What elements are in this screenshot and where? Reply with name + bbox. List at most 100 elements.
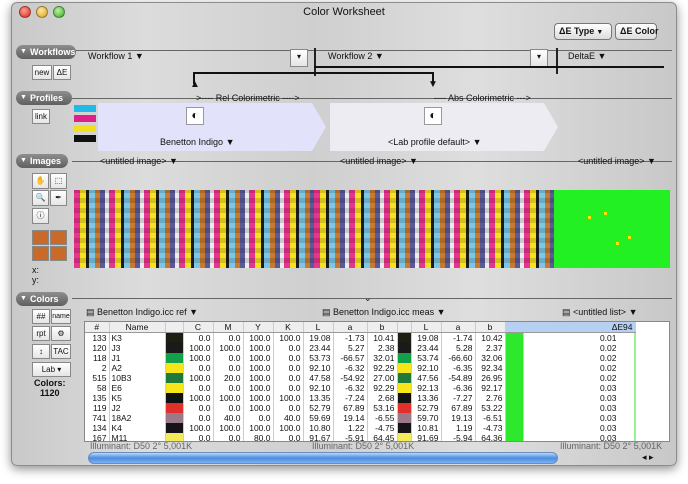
link-button[interactable]: link — [32, 109, 50, 124]
marquee-tool-icon[interactable]: ⬚ — [50, 173, 67, 189]
table-cell: 100.0 — [243, 403, 274, 413]
hand-tool-icon[interactable]: ✋ — [32, 173, 49, 189]
column-header[interactable]: a — [333, 322, 368, 333]
column-header[interactable]: L — [411, 322, 442, 333]
table-cell: -7.27 — [441, 393, 476, 403]
table-row[interactable]: 741 18A2 0.0 40.0 0.0 40.0 59.69 19.14 -6.55 59.7… — [85, 413, 636, 423]
table-row[interactable]: 515 10B3 100.0 20.0 100.0 0.0 47.58 -54.92 27.00… — [85, 373, 636, 383]
table-cell: 0.01 — [505, 332, 636, 343]
column-header[interactable]: C — [183, 322, 214, 333]
image-thumb-icon[interactable] — [32, 230, 49, 245]
chevron-down-icon: ▼ — [596, 29, 604, 36]
table-row[interactable]: 134 K4 100.0 100.0 100.0 100.0 10.80 1.22 -4.75 1… — [85, 423, 636, 433]
workflow1-popup[interactable]: ▾ — [290, 49, 308, 67]
abs-colorimetric-menu[interactable]: ---- Abs Colorimetric ---> — [434, 93, 531, 103]
new-button[interactable]: new — [32, 65, 52, 80]
disclosure-icon: ▼ — [20, 48, 27, 55]
color-table[interactable]: # Name C M Y K La b La b ΔE94 133 K3 0.0 0.0 100.0 100.… — [84, 321, 670, 442]
workflow1-menu[interactable]: Workflow 1 ▼ — [88, 51, 144, 61]
table-row[interactable]: 119 J2 0.0 0.0 100.0 0.0 52.79 67.89 53.16 52.79 6… — [85, 403, 636, 413]
close-button[interactable] — [19, 6, 31, 18]
column-header[interactable]: b — [475, 322, 506, 333]
profiles-header[interactable]: ▼ Profiles — [16, 91, 72, 105]
color-swatch — [397, 413, 412, 423]
table-cell: 0.0 — [213, 332, 244, 343]
column-header[interactable]: a — [441, 322, 476, 333]
colors-count-label: Colors: — [34, 378, 66, 388]
profile-1-menu[interactable]: Benetton Indigo ▼ — [160, 137, 234, 147]
deltae-menu[interactable]: DeltaE ▼ — [568, 51, 606, 61]
gear-icon[interactable]: ⚙ — [51, 326, 71, 341]
column-header[interactable]: ΔE94 — [505, 322, 636, 333]
column-header[interactable] — [165, 322, 184, 333]
column-header[interactable]: Name — [109, 322, 166, 333]
column-header[interactable]: K — [273, 322, 304, 333]
table-cell: 5.28 — [441, 343, 476, 353]
image-1-menu[interactable]: <untitled image> ▼ — [100, 156, 178, 166]
profile-1[interactable]: ◐ Benetton Indigo ▼ — [98, 103, 326, 151]
image-1-view[interactable] — [74, 190, 314, 268]
index-button[interactable]: ## — [32, 309, 50, 324]
window-title: Color Worksheet — [303, 6, 385, 18]
table-row[interactable]: 120 J3 100.0 100.0 100.0 0.0 23.44 5.27 2.38 23.4… — [85, 343, 636, 353]
zoom-tool-icon[interactable]: 🔍 — [32, 190, 49, 206]
x-readout: x: — [32, 265, 40, 275]
minimize-button[interactable] — [36, 6, 48, 18]
column-header[interactable]: Y — [243, 322, 274, 333]
list-3-menu[interactable]: ▤ <untitled list> ▼ — [562, 307, 637, 318]
profile-2[interactable]: ◐ <Lab profile default> ▼ — [330, 103, 558, 151]
de-color-button[interactable]: ΔE Color — [615, 23, 658, 40]
rel-colorimetric-menu[interactable]: >---- Rel Colorimetric ----> — [196, 93, 300, 103]
table-cell: -1.74 — [441, 332, 476, 343]
list-2-menu[interactable]: ▤ Benetton Indigo.icc meas ▼ — [322, 307, 446, 318]
table-cell: 0.0 — [273, 363, 304, 373]
de-type-button[interactable]: ΔE Type ▼ — [554, 23, 612, 40]
table-cell: 1.22 — [333, 423, 368, 433]
workflow2-menu[interactable]: Workflow 2 ▼ — [328, 51, 384, 61]
color-swatch — [165, 423, 184, 433]
deltae-label: DeltaE — [568, 51, 596, 61]
column-header[interactable]: b — [367, 322, 398, 333]
splitter-handle[interactable]: ⌄ — [364, 293, 372, 304]
column-header[interactable]: M — [213, 322, 244, 333]
image-2-view[interactable] — [314, 190, 554, 268]
table-cell: 0.0 — [213, 353, 244, 363]
tac-button[interactable]: TAC — [51, 344, 71, 359]
color-swatch — [397, 373, 412, 383]
table-row[interactable]: 118 J1 100.0 0.0 100.0 0.0 53.73 -66.57 32.01 53.… — [85, 353, 636, 363]
scroll-arrows-icon[interactable]: ◂ ▸ — [642, 452, 654, 463]
workflows-header[interactable]: ▼ Workflows — [16, 45, 76, 59]
image-1-label: <untitled image> — [100, 156, 167, 166]
delta-button[interactable]: ΔE — [53, 65, 71, 80]
zoom-button[interactable] — [53, 6, 65, 18]
workflow2-popup[interactable]: ▾ — [530, 49, 548, 67]
eyedropper-tool-icon[interactable]: ✒ — [50, 190, 67, 206]
table-cell: 10.41 — [367, 332, 398, 343]
column-header[interactable]: L — [303, 322, 334, 333]
table-row[interactable]: 135 K5 100.0 100.0 100.0 100.0 13.35 -7.24 2.68 1… — [85, 393, 636, 403]
rpt-button[interactable]: rpt — [32, 326, 50, 341]
image-2-menu[interactable]: <untitled image> ▼ — [340, 156, 418, 166]
image-thumb-icon[interactable] — [50, 230, 67, 245]
profile-2-menu[interactable]: <Lab profile default> ▼ — [388, 137, 482, 147]
info-icon[interactable]: ⓘ — [32, 208, 49, 224]
workflow2-label: Workflow 2 — [328, 51, 373, 61]
lab-select[interactable]: Lab ▾ — [32, 362, 71, 377]
column-header[interactable] — [397, 322, 412, 333]
table-row[interactable]: 133 K3 0.0 0.0 100.0 100.0 19.08 -1.73 10.41 19.0… — [85, 332, 636, 343]
table-cell: 119 — [85, 403, 110, 413]
list-1-menu[interactable]: ▤ Benetton Indigo.icc ref ▼ — [86, 307, 198, 318]
table-cell: 10B3 — [109, 373, 166, 383]
table-row[interactable]: 2 A2 0.0 0.0 100.0 0.0 92.10 -6.32 92.29 92.10 -6.… — [85, 363, 636, 373]
table-row[interactable]: 58 E6 0.0 0.0 100.0 0.0 92.10 -6.32 92.29 92.13 -6… — [85, 383, 636, 393]
horizontal-scrollbar[interactable] — [88, 452, 558, 464]
info-small-icon[interactable]: ↕ — [32, 344, 50, 359]
images-header[interactable]: ▼ Images — [16, 154, 68, 168]
image-thumb-icon[interactable] — [32, 246, 49, 261]
image-thumb-icon[interactable] — [50, 246, 67, 261]
image-3-view[interactable] — [554, 190, 670, 268]
name-button[interactable]: name — [51, 309, 71, 324]
column-header[interactable]: # — [85, 322, 110, 333]
colors-header[interactable]: ▼ Colors — [16, 292, 68, 306]
image-3-menu[interactable]: <untitled image> ▼ — [578, 156, 656, 166]
